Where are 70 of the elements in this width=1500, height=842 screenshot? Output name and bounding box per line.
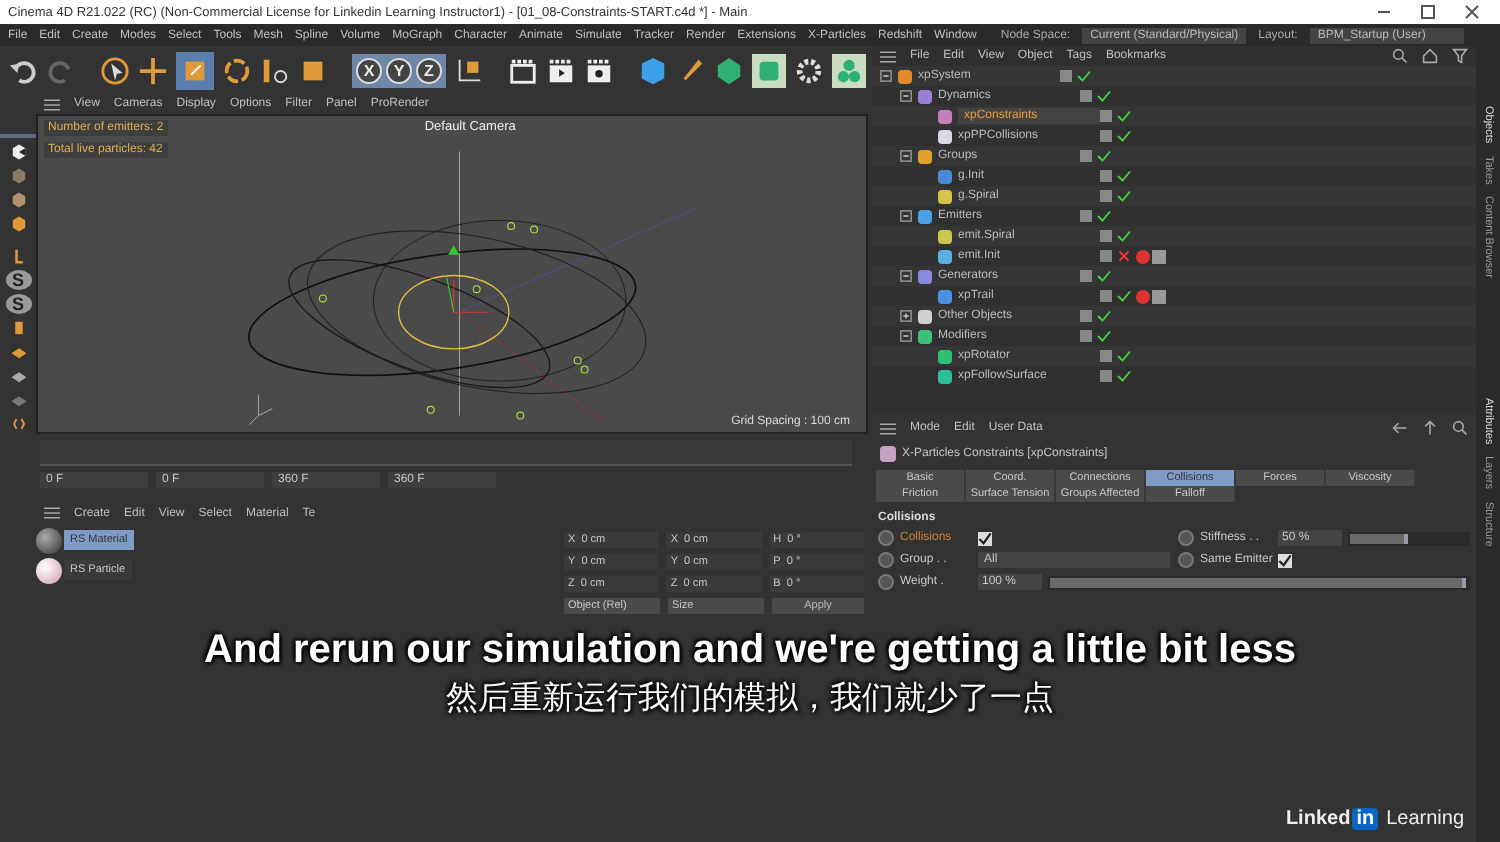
coordinate-system-icon[interactable] [454, 55, 484, 85]
menu-icon[interactable] [44, 506, 60, 520]
snap-button[interactable]: S [5, 293, 31, 314]
enabled-check-icon[interactable] [1096, 90, 1112, 102]
subtitle-text: And rerun our simulation and we're getting a little bit less [204, 628, 1296, 674]
close-icon[interactable] [1464, 4, 1480, 20]
animation-dot-icon[interactable] [1178, 530, 1194, 546]
snap-button[interactable]: S [5, 269, 31, 290]
rotate-icon[interactable] [222, 55, 252, 85]
enabled-check-icon[interactable] [1116, 370, 1132, 382]
deformer-icon[interactable] [752, 53, 786, 87]
enabled-check-icon[interactable] [1096, 310, 1112, 322]
move-icon[interactable] [138, 55, 168, 85]
expand-toggle-icon[interactable] [880, 70, 892, 82]
clapper-icon[interactable] [508, 55, 538, 85]
expand-toggle-icon[interactable] [900, 150, 912, 162]
maximize-icon[interactable] [1420, 4, 1436, 20]
scale-icon[interactable] [176, 51, 214, 89]
animation-dot-icon[interactable] [878, 574, 894, 590]
render-clapper-icon[interactable] [546, 55, 576, 85]
axis-lock-button[interactable]: Z [416, 57, 442, 83]
slider[interactable] [1348, 531, 1470, 545]
expand-toggle-icon[interactable] [900, 90, 912, 102]
checkbox[interactable] [1278, 553, 1292, 567]
enabled-check-icon[interactable] [1116, 130, 1132, 142]
checkbox[interactable] [978, 531, 992, 545]
cluster-icon[interactable] [832, 53, 866, 87]
enabled-check-icon[interactable] [1096, 330, 1112, 342]
up-arrow-icon[interactable] [1422, 420, 1438, 436]
search-icon[interactable] [1452, 420, 1468, 436]
render-settings-icon[interactable] [584, 55, 614, 85]
gear-icon[interactable] [794, 55, 824, 85]
axis-lock-button[interactable]: X [356, 57, 382, 83]
expand-toggle-icon[interactable] [900, 270, 912, 282]
expand-toggle-icon[interactable] [900, 330, 912, 342]
slider[interactable] [1048, 575, 1470, 589]
enabled-check-icon[interactable] [1116, 110, 1132, 122]
enabled-check-icon[interactable] [1116, 190, 1132, 202]
home-icon[interactable] [1422, 48, 1438, 64]
enabled-check-icon[interactable] [1096, 270, 1112, 282]
enabled-check-icon[interactable] [1076, 70, 1092, 82]
material-tags-icon[interactable] [1136, 289, 1166, 303]
material-swatch-icon[interactable] [36, 527, 62, 553]
material-swatch-icon[interactable] [36, 557, 62, 583]
back-arrow-icon[interactable] [1392, 420, 1408, 436]
gem-icon[interactable] [714, 55, 744, 85]
animation-dot-icon[interactable] [1178, 552, 1194, 568]
animation-dot-icon[interactable] [878, 552, 894, 568]
subtitle-text: 然后重新运行我们的模拟，我们就少了一点 [446, 679, 1054, 720]
animation-dot-icon[interactable] [878, 530, 894, 546]
enabled-check-icon[interactable] [1096, 210, 1112, 222]
expand-toggle-icon[interactable] [900, 310, 912, 322]
constraints-icon [880, 446, 896, 462]
enabled-check-icon[interactable] [1116, 230, 1132, 242]
enabled-check-icon[interactable] [1116, 290, 1132, 302]
cursor-icon[interactable] [100, 55, 130, 85]
axis-lock-button[interactable]: Y [386, 57, 412, 83]
enabled-check-icon[interactable] [1096, 150, 1112, 162]
filter-icon[interactable] [1452, 48, 1468, 64]
expand-toggle-icon[interactable] [900, 210, 912, 222]
menu-icon[interactable] [880, 421, 896, 435]
menu-icon[interactable] [880, 49, 896, 63]
undo-icon[interactable] [8, 55, 38, 85]
brand-logo: Linked in Learning [1283, 808, 1466, 834]
menu-icon[interactable] [44, 97, 60, 111]
enabled-check-icon[interactable] [1116, 170, 1132, 182]
recent-tools-icon[interactable] [260, 55, 290, 85]
search-icon[interactable] [1392, 48, 1408, 64]
enabled-check-icon[interactable] [1116, 350, 1132, 362]
material-tags-icon[interactable] [1136, 249, 1166, 263]
